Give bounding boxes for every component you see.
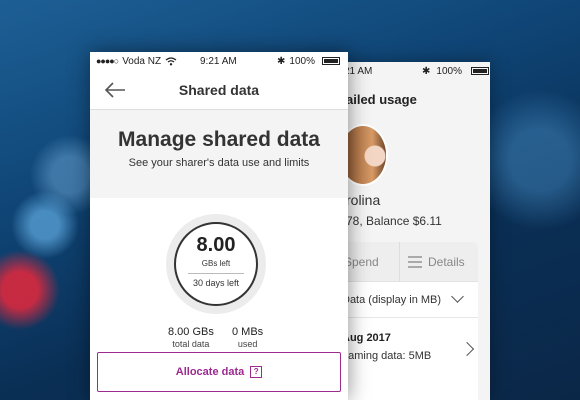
usage-entry[interactable]: Aug 2017 oaming data: 5MB bbox=[328, 318, 478, 362]
stat-total-value: 8.00 GBs bbox=[168, 326, 214, 338]
nav-bar: Shared data bbox=[90, 70, 348, 110]
tab-details-label: Details bbox=[428, 254, 465, 269]
carrier-name: Voda NZ bbox=[122, 55, 162, 67]
entry-month: Aug 2017 bbox=[342, 332, 391, 344]
usage-tabs: Spend Details bbox=[328, 241, 478, 282]
account-balance: 78, Balance $6.11 bbox=[346, 214, 442, 228]
status-time: 9:21 AM bbox=[200, 55, 237, 67]
data-panel: 8.00 GBs left 30 days left 8.00 GBs tota… bbox=[90, 198, 348, 400]
data-gauge: 8.00 GBs left 30 days left bbox=[166, 214, 266, 314]
bluetooth-icon: ✱ bbox=[277, 55, 286, 67]
stat-total-label: total data bbox=[172, 339, 210, 349]
filter-dropdown[interactable]: Data (display in MB) bbox=[328, 282, 478, 318]
shared-data-screen: ●●●●○ Voda NZ 9:21 AM ✱ 100% Shared data… bbox=[90, 52, 348, 400]
usage-card: Spend Details Data (display in MB) Aug 2… bbox=[328, 241, 478, 400]
stat-total: 8.00 GBs total data bbox=[168, 326, 214, 349]
back-arrow-icon[interactable] bbox=[104, 82, 126, 98]
nav-title: Shared data bbox=[178, 81, 260, 98]
gauge-value: 8.00 bbox=[196, 234, 236, 256]
status-time: 21 AM bbox=[344, 65, 373, 77]
gauge-days: 30 days left bbox=[192, 278, 240, 288]
filter-label: Data (display in MB) bbox=[342, 293, 442, 306]
page-title: Manage shared data bbox=[118, 128, 320, 151]
chevron-down-icon bbox=[451, 290, 464, 303]
entry-roaming: oaming data: 5MB bbox=[342, 350, 432, 362]
battery-percent: 100% bbox=[289, 55, 315, 67]
page-subtitle: See your sharer's data use and limits bbox=[128, 157, 310, 169]
battery-icon bbox=[470, 67, 489, 75]
hero: Manage shared data See your sharer's dat… bbox=[90, 110, 348, 196]
stat-used: 0 MBs used bbox=[232, 326, 263, 349]
tab-details[interactable]: Details bbox=[400, 255, 465, 269]
list-icon bbox=[408, 255, 422, 268]
user-name: rolina bbox=[346, 192, 381, 208]
gauge-center: 8.00 GBs left 30 days left bbox=[174, 222, 258, 306]
help-icon[interactable]: ? bbox=[250, 366, 263, 378]
stat-used-value: 0 MBs bbox=[232, 326, 264, 338]
allocate-data-button[interactable]: Allocate data ? bbox=[97, 352, 341, 392]
bluetooth-icon: ✱ bbox=[422, 65, 431, 77]
tab-spend-label: Spend bbox=[344, 254, 379, 269]
battery-icon bbox=[322, 57, 340, 65]
gauge-unit: GBs left bbox=[201, 259, 231, 268]
battery-percent: 100% bbox=[436, 65, 462, 77]
gauge-divider bbox=[188, 273, 244, 274]
allocate-data-label: Allocate data bbox=[175, 366, 245, 378]
wifi-icon bbox=[165, 56, 177, 65]
status-bar: ●●●●○ Voda NZ 9:21 AM ✱ 100% bbox=[90, 52, 348, 70]
signal-icon: ●●●●○ bbox=[96, 56, 119, 66]
stat-used-label: used bbox=[237, 339, 258, 349]
